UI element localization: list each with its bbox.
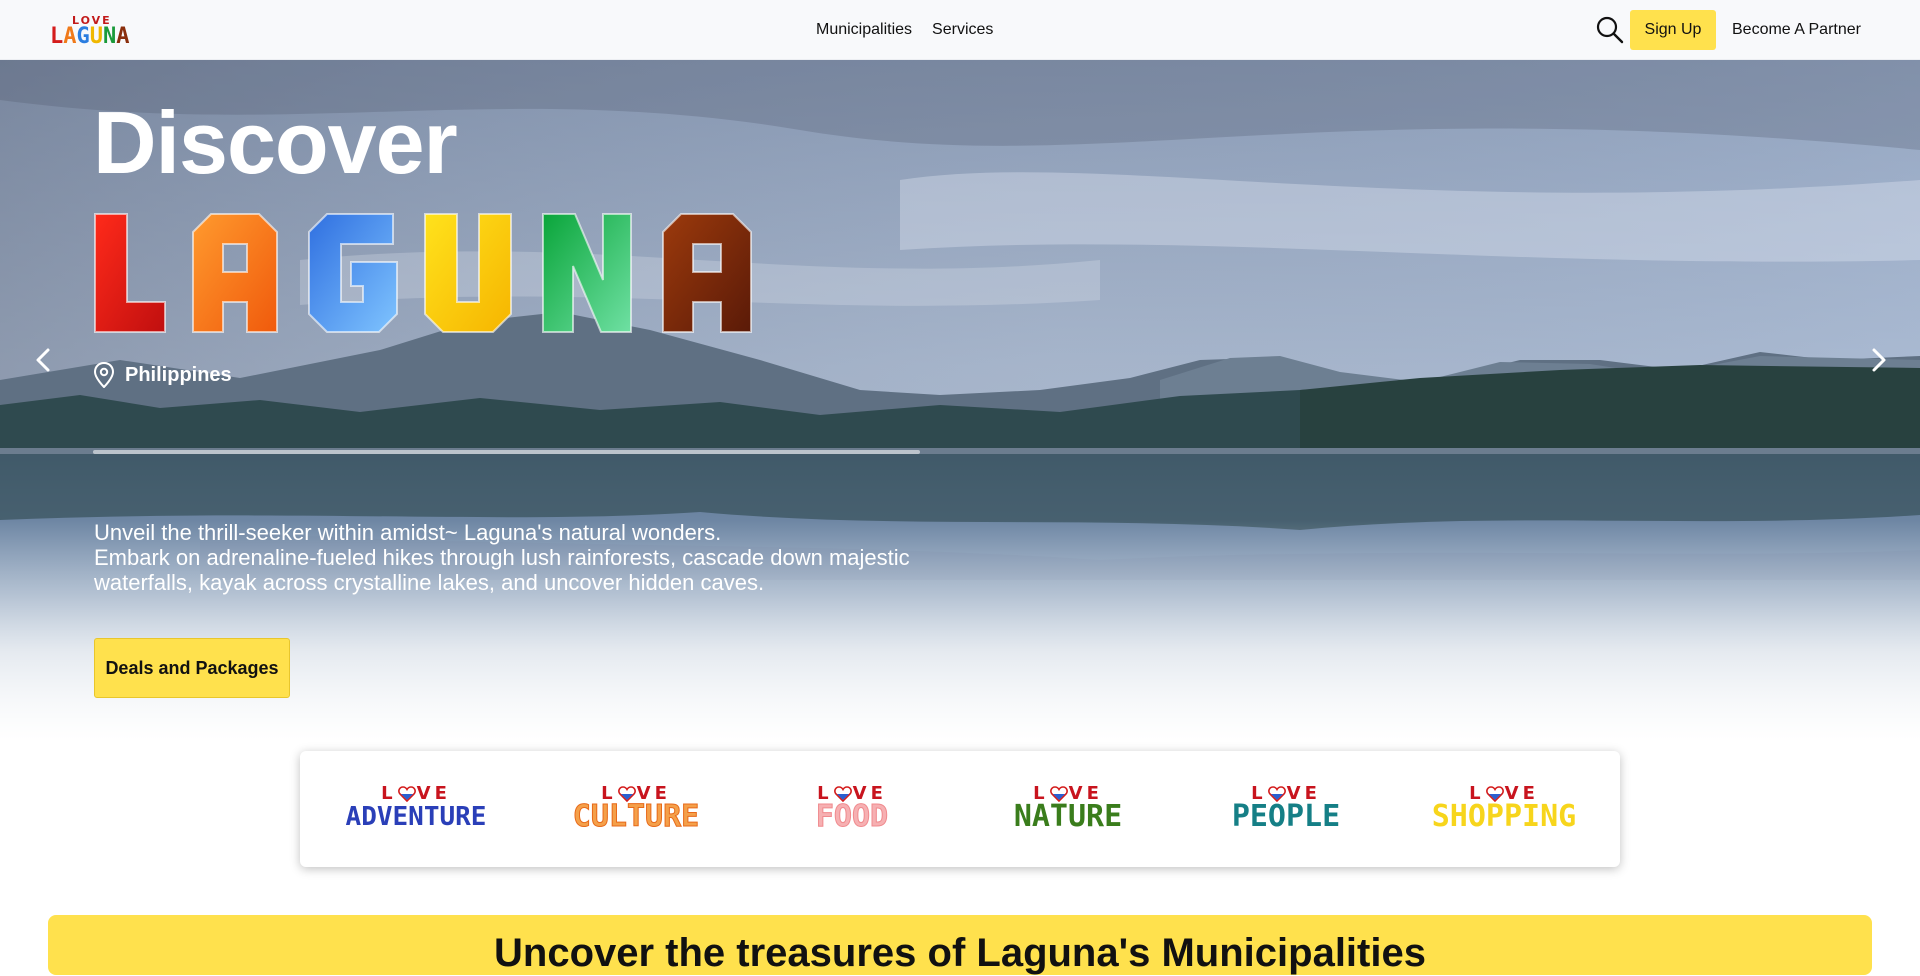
category-word: ADVENTURE bbox=[345, 802, 487, 832]
love-laguna-logo[interactable]: LOVE LAGUNA bbox=[50, 14, 140, 49]
hero-laguna-wordmark bbox=[94, 213, 752, 333]
hero-location-text: Philippines bbox=[125, 363, 232, 386]
hero-tagline-line2: Embark on adrenaline-fueled hikes throug… bbox=[94, 545, 910, 595]
category-word: PEOPLE bbox=[1231, 799, 1341, 834]
category-love-people[interactable]: L V E PEOPLE bbox=[1176, 751, 1396, 867]
logo-letter: U bbox=[89, 24, 103, 49]
category-love-culture[interactable]: L V E CULTURE bbox=[526, 751, 746, 867]
search-icon[interactable] bbox=[1594, 14, 1626, 46]
hero-discover-heading: Discover bbox=[93, 93, 458, 192]
chevron-right-icon[interactable] bbox=[1864, 346, 1892, 374]
nav-links: Municipalities Services bbox=[816, 0, 993, 60]
logo-laguna-text: LAGUNA bbox=[50, 24, 130, 49]
hero-carousel: Discover Philippines Unveil the thrill-s… bbox=[0, 60, 1920, 740]
category-love-nature[interactable]: L V E NATURE bbox=[958, 751, 1178, 867]
category-strip: L V E ADVENTURE L V E CULTURE L V E FOOD L V E NATURE L V… bbox=[300, 751, 1620, 867]
category-word: FOOD bbox=[815, 799, 889, 834]
category-word: NATURE bbox=[1013, 799, 1123, 834]
municipalities-banner: Uncover the treasures of Laguna's Munici… bbox=[48, 915, 1872, 975]
category-love-shopping[interactable]: L V E SHOPPING bbox=[1394, 751, 1614, 867]
logo-letter: N bbox=[103, 24, 117, 49]
hero-divider bbox=[93, 450, 920, 454]
hero-location: Philippines bbox=[93, 362, 232, 388]
become-partner-link[interactable]: Become A Partner bbox=[1732, 0, 1861, 60]
logo-letter: G bbox=[76, 24, 90, 49]
chevron-left-icon[interactable] bbox=[30, 346, 58, 374]
municipalities-banner-title: Uncover the treasures of Laguna's Munici… bbox=[494, 931, 1426, 975]
sign-up-button[interactable]: Sign Up bbox=[1630, 10, 1716, 50]
heart-icon bbox=[397, 786, 416, 802]
category-word: CULTURE bbox=[572, 799, 700, 834]
hero-tagline: Unveil the thrill-seeker within amidst~ … bbox=[94, 520, 954, 595]
map-pin-icon bbox=[93, 362, 115, 388]
category-love-food[interactable]: L V E FOOD bbox=[742, 751, 962, 867]
deals-and-packages-button[interactable]: Deals and Packages bbox=[94, 638, 290, 698]
hero-tagline-line1: Unveil the thrill-seeker within amidst~ … bbox=[94, 520, 722, 545]
logo-letter: A bbox=[116, 24, 130, 49]
logo-letter: A bbox=[63, 24, 77, 49]
category-word: SHOPPING bbox=[1431, 799, 1577, 834]
category-love-label: LVE bbox=[381, 783, 451, 804]
top-navbar: LOVE LAGUNA Municipalities Services Sign… bbox=[0, 0, 1920, 60]
nav-link-services[interactable]: Services bbox=[932, 21, 993, 39]
logo-letter: L bbox=[50, 24, 64, 49]
category-love-adventure[interactable]: L V E ADVENTURE bbox=[306, 751, 526, 867]
nav-link-municipalities[interactable]: Municipalities bbox=[816, 21, 912, 39]
